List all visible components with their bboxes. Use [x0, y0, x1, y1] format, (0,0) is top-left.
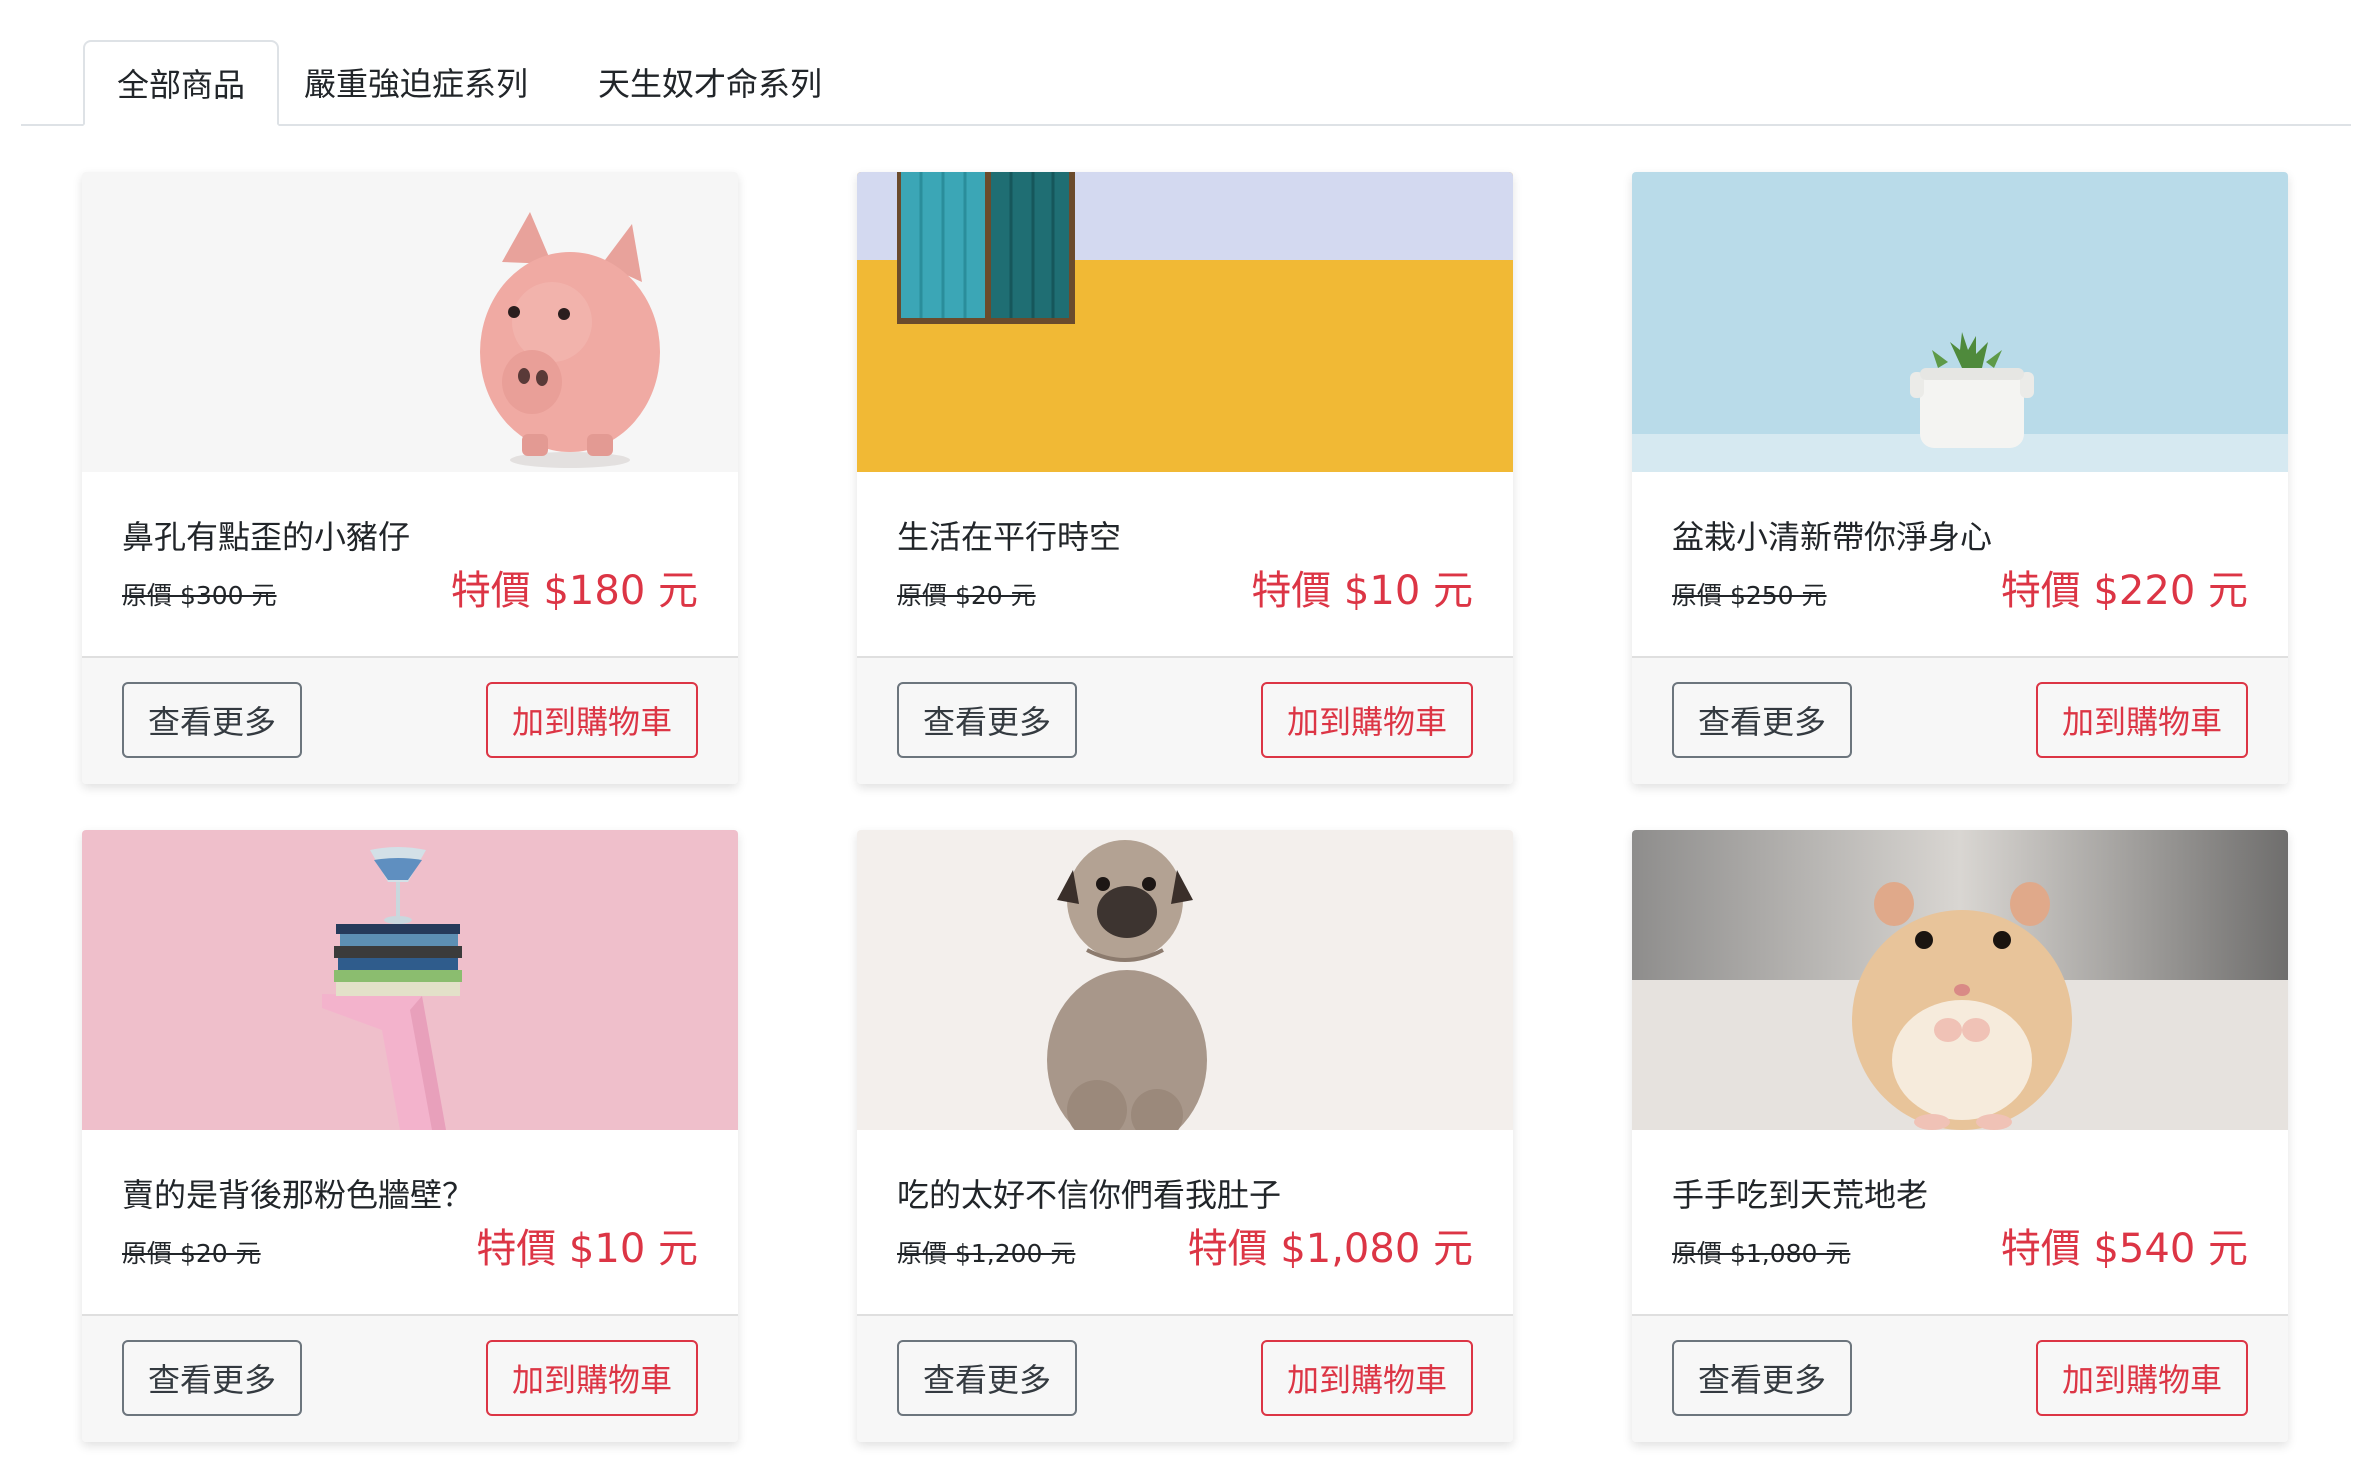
add-to-cart-button[interactable]: 加到購物車	[1261, 682, 1473, 758]
product-card: 生活在平行時空 原價 $20 元 特價 $10 元 查看更多 加到購物車	[857, 172, 1513, 784]
product-image-pink-wall[interactable]	[82, 830, 738, 1130]
view-more-button[interactable]: 查看更多	[1672, 682, 1852, 758]
card-footer: 查看更多 加到購物車	[857, 656, 1513, 784]
tab-all-products[interactable]: 全部商品	[83, 40, 279, 126]
view-more-button[interactable]: 查看更多	[1672, 1340, 1852, 1416]
product-image-wall[interactable]	[857, 172, 1513, 472]
view-more-button[interactable]: 查看更多	[122, 682, 302, 758]
card-body: 鼻孔有點歪的小豬仔 原價 $300 元 特價 $180 元	[82, 472, 738, 656]
product-card: 吃的太好不信你們看我肚子 原價 $1,200 元 特價 $1,080 元 查看更…	[857, 830, 1513, 1442]
product-title: 鼻孔有點歪的小豬仔	[122, 518, 411, 556]
product-card: 手手吃到天荒地老 原價 $1,080 元 特價 $540 元 查看更多 加到購物…	[1632, 830, 2288, 1442]
original-price: 原價 $250 元	[1672, 581, 1827, 610]
original-price: 原價 $20 元	[122, 1239, 261, 1268]
add-to-cart-button[interactable]: 加到購物車	[1261, 1340, 1473, 1416]
card-footer: 查看更多 加到購物車	[857, 1314, 1513, 1442]
add-to-cart-button[interactable]: 加到購物車	[486, 682, 698, 758]
add-to-cart-button[interactable]: 加到購物車	[486, 1340, 698, 1416]
original-price: 原價 $300 元	[122, 581, 277, 610]
sale-price: 特價 $540 元	[2000, 1226, 2248, 1272]
sale-price: 特價 $1,080 元	[1187, 1226, 1473, 1272]
card-body: 吃的太好不信你們看我肚子 原價 $1,200 元 特價 $1,080 元	[857, 1130, 1513, 1314]
tab-ocd-series[interactable]: 嚴重強迫症系列	[285, 40, 547, 124]
original-price: 原價 $1,200 元	[897, 1239, 1076, 1268]
view-more-button[interactable]: 查看更多	[122, 1340, 302, 1416]
card-body: 賣的是背後那粉色牆壁？ 原價 $20 元 特價 $10 元	[82, 1130, 738, 1314]
card-body: 生活在平行時空 原價 $20 元 特價 $10 元	[857, 472, 1513, 656]
product-card: 賣的是背後那粉色牆壁？ 原價 $20 元 特價 $10 元 查看更多 加到購物車	[82, 830, 738, 1442]
card-footer: 查看更多 加到購物車	[82, 656, 738, 784]
product-title: 賣的是背後那粉色牆壁？	[122, 1176, 475, 1214]
product-title: 生活在平行時空	[897, 518, 1122, 556]
sale-price: 特價 $180 元	[450, 568, 698, 614]
product-title: 手手吃到天荒地老	[1672, 1176, 1929, 1214]
add-to-cart-button[interactable]: 加到購物車	[2036, 682, 2248, 758]
original-price: 原價 $1,080 元	[1672, 1239, 1851, 1268]
product-title: 吃的太好不信你們看我肚子	[897, 1176, 1282, 1214]
product-image-succulent[interactable]	[1632, 172, 2288, 472]
view-more-button[interactable]: 查看更多	[897, 1340, 1077, 1416]
product-card: 鼻孔有點歪的小豬仔 原價 $300 元 特價 $180 元 查看更多 加到購物車	[82, 172, 738, 784]
product-image-hamster[interactable]	[1632, 830, 2288, 1130]
tab-servant-series[interactable]: 天生奴才命系列	[579, 40, 841, 124]
product-image-piggy[interactable]	[82, 172, 738, 472]
view-more-button[interactable]: 查看更多	[897, 682, 1077, 758]
card-body: 盆栽小清新帶你淨身心 原價 $250 元 特價 $220 元	[1632, 472, 2288, 656]
product-card: 盆栽小清新帶你淨身心 原價 $250 元 特價 $220 元 查看更多 加到購物…	[1632, 172, 2288, 784]
product-page: 全部商品 嚴重強迫症系列 天生奴才命系列 鼻孔有點歪的小豬仔 原價 $300 元…	[0, 0, 2362, 1480]
category-tabs: 全部商品 嚴重強迫症系列 天生奴才命系列	[21, 40, 2351, 126]
sale-price: 特價 $10 元	[1251, 568, 1473, 614]
sale-price: 特價 $220 元	[2000, 568, 2248, 614]
product-image-pug[interactable]	[857, 830, 1513, 1130]
card-body: 手手吃到天荒地老 原價 $1,080 元 特價 $540 元	[1632, 1130, 2288, 1314]
card-footer: 查看更多 加到購物車	[1632, 656, 2288, 784]
card-footer: 查看更多 加到購物車	[1632, 1314, 2288, 1442]
card-footer: 查看更多 加到購物車	[82, 1314, 738, 1442]
original-price: 原價 $20 元	[897, 581, 1036, 610]
add-to-cart-button[interactable]: 加到購物車	[2036, 1340, 2248, 1416]
sale-price: 特價 $10 元	[476, 1226, 698, 1272]
product-title: 盆栽小清新帶你淨身心	[1672, 518, 1993, 556]
